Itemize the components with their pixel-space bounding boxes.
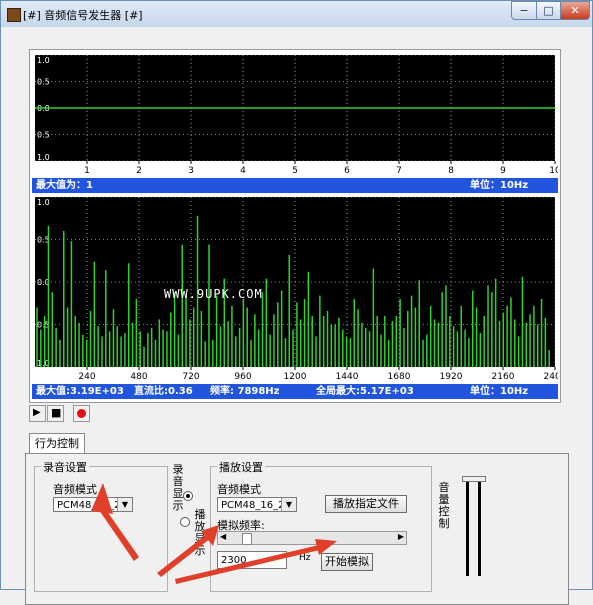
annotation-arrow-mid [157, 534, 211, 577]
app-icon [7, 8, 21, 22]
client-area: 1.0 0.5 0.0 0.5 1.0 1 2 3 4 5 6 7 8 9 10 最大值为：1 单位：10H… [5, 29, 586, 605]
annotation-arrow-right-head [315, 539, 337, 555]
title-bar[interactable]: [#] 音频信号发生器 [#] − □ ✕ [1, 1, 592, 27]
annotation-arrows [91, 483, 337, 584]
maximize-button[interactable]: □ [536, 1, 561, 20]
annotation-arrow-left-head [91, 483, 113, 514]
close-button[interactable]: ✕ [560, 1, 590, 20]
window-title: [#] 音频信号发生器 [#] [23, 9, 143, 22]
minimize-button[interactable]: − [511, 1, 537, 20]
annotation-arrow-right [175, 544, 324, 584]
app-window: [#] 音频信号发生器 [#] − □ ✕ 1.0 0.5 0.0 0.5 1.0 1 2 3… [0, 0, 593, 605]
